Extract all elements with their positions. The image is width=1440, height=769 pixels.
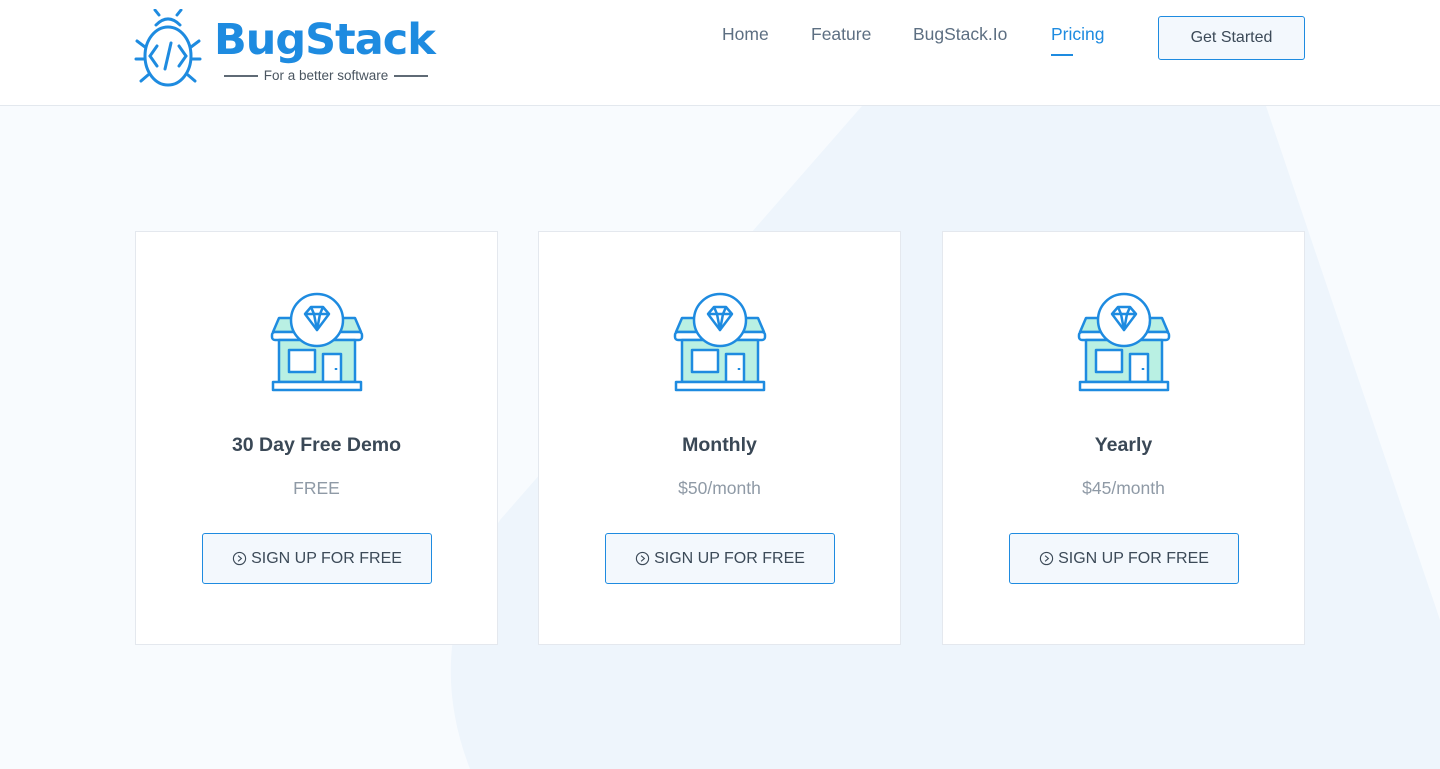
brand-tagline: For a better software: [216, 68, 436, 84]
nav-pricing[interactable]: Pricing: [1051, 24, 1105, 56]
nav-bugstack-io[interactable]: BugStack.Io: [913, 24, 1007, 45]
store-diamond-icon: [1077, 292, 1171, 392]
play-circle-icon: [232, 551, 247, 566]
store-diamond-icon: [270, 292, 364, 392]
play-circle-icon: [635, 551, 650, 566]
store-diamond-icon: [673, 292, 767, 392]
plan-price: $50/month: [678, 478, 761, 498]
sign-up-button-yearly[interactable]: SIGN UP FOR FREE: [1009, 533, 1239, 584]
bug-logo-icon: [134, 9, 202, 87]
get-started-button[interactable]: Get Started: [1158, 16, 1305, 60]
sign-up-button-monthly[interactable]: SIGN UP FOR FREE: [605, 533, 835, 584]
active-nav-indicator: [1051, 54, 1073, 56]
plan-price: FREE: [293, 478, 340, 498]
play-circle-icon: [1039, 551, 1054, 566]
nav-home[interactable]: Home: [722, 24, 769, 45]
nav-feature[interactable]: Feature: [811, 24, 871, 45]
plan-title: Monthly: [682, 434, 757, 456]
brand-name: BugStack: [214, 15, 436, 65]
plan-title: Yearly: [1094, 434, 1153, 456]
plan-price: $45/month: [1082, 478, 1165, 498]
brand-logo[interactable]: BugStack For a better software: [134, 9, 444, 91]
plan-card-yearly: Yearly $45/month SIGN UP FOR FREE: [942, 231, 1305, 645]
site-header: BugStack For a better software Home Feat…: [0, 0, 1440, 106]
sign-up-button-free-demo[interactable]: SIGN UP FOR FREE: [202, 533, 432, 584]
plan-card-free-demo: 30 Day Free Demo FREE SIGN UP FOR FREE: [135, 231, 498, 645]
plan-title: 30 Day Free Demo: [231, 434, 402, 456]
plan-card-monthly: Monthly $50/month SIGN UP FOR FREE: [538, 231, 901, 645]
